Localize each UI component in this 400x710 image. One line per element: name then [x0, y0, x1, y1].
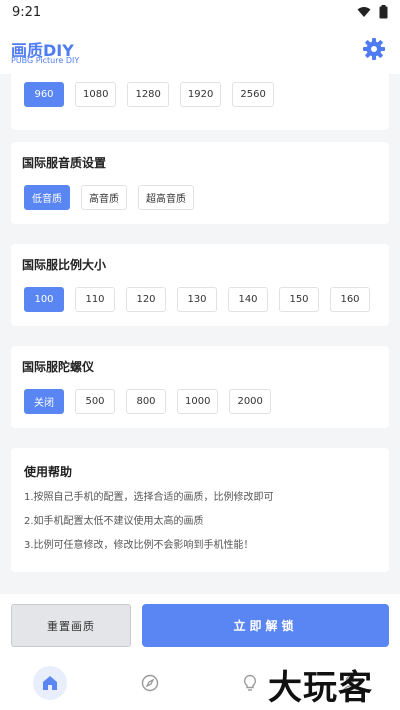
- scale-option[interactable]: 130: [177, 287, 217, 312]
- help-title: 使用帮助: [24, 465, 73, 479]
- reset-quality-button[interactable]: 重置画质: [11, 604, 131, 647]
- scale-title: 国际服比例大小: [22, 258, 107, 272]
- gear-icon[interactable]: [362, 37, 386, 61]
- help-card: 使用帮助 1.按照自己手机的配置，选择合适的画质，比例修改即可 2.如手机配置太…: [11, 448, 389, 572]
- scale-option[interactable]: 150: [279, 287, 319, 312]
- unlock-now-button[interactable]: 立即解锁: [142, 604, 389, 647]
- status-time: 9:21: [12, 4, 42, 20]
- battery-icon: [379, 5, 388, 19]
- audio-option[interactable]: 高音质: [81, 185, 127, 210]
- home-icon: [43, 676, 57, 690]
- gyro-option[interactable]: 500: [75, 389, 115, 414]
- gyro-option[interactable]: 800: [126, 389, 166, 414]
- scale-option[interactable]: 100: [24, 287, 64, 312]
- resolution-options: 960 1080 1280 1920 2560: [24, 82, 274, 107]
- compass-icon: [141, 674, 159, 692]
- gyro-title: 国际服陀螺仪: [22, 360, 95, 374]
- help-line-1: 1.按照自己手机的配置，选择合适的画质，比例修改即可: [24, 492, 274, 503]
- help-line-2: 2.如手机配置太低不建议使用太高的画质: [24, 516, 204, 527]
- scale-option[interactable]: 110: [75, 287, 115, 312]
- nav-tips[interactable]: [233, 666, 267, 700]
- help-line-3: 3.比例可任意修改，修改比例不会影响到手机性能！: [24, 540, 254, 551]
- gyro-card: 国际服陀螺仪 关闭 500 800 1000 2000: [11, 346, 389, 428]
- gyro-option[interactable]: 关闭: [24, 389, 64, 414]
- scale-card: 国际服比例大小 100 110 120 130 140 150 160: [11, 244, 389, 326]
- wifi-icon: [357, 7, 371, 17]
- action-bar: 重置画质 立即解锁: [0, 594, 400, 652]
- scale-option[interactable]: 160: [330, 287, 370, 312]
- watermark-logo: 大玩客: [268, 668, 373, 708]
- gyro-option[interactable]: 2000: [229, 389, 271, 414]
- resolution-option[interactable]: 1280: [127, 82, 169, 107]
- nav-home[interactable]: [33, 666, 67, 700]
- audio-title: 国际服音质设置: [22, 156, 107, 170]
- audio-option[interactable]: 低音质: [24, 185, 70, 210]
- scale-options: 100 110 120 130 140 150 160: [24, 287, 370, 312]
- resolution-option[interactable]: 1920: [179, 82, 222, 107]
- scale-option[interactable]: 120: [126, 287, 166, 312]
- status-icons: [357, 5, 388, 19]
- resolution-option[interactable]: 2560: [232, 82, 274, 107]
- resolution-option[interactable]: 1080: [75, 82, 117, 107]
- resolution-card: 960 1080 1280 1920 2560: [11, 74, 389, 130]
- gyro-options: 关闭 500 800 1000 2000: [24, 389, 271, 414]
- lightbulb-icon: [243, 674, 257, 691]
- gyro-option[interactable]: 1000: [177, 389, 219, 414]
- audio-option[interactable]: 超高音质: [138, 185, 194, 210]
- settings-scroll[interactable]: 960 1080 1280 1920 2560 国际服音质设置 低音质 高音质 超高音质 国…: [0, 74, 400, 594]
- status-bar: 9:21: [0, 0, 400, 24]
- resolution-option[interactable]: 960: [24, 82, 64, 107]
- nav-discover[interactable]: [133, 666, 167, 700]
- scale-option[interactable]: 140: [228, 287, 268, 312]
- audio-card: 国际服音质设置 低音质 高音质 超高音质: [11, 142, 389, 224]
- audio-options: 低音质 高音质 超高音质: [24, 185, 194, 210]
- app-header: 画质DIY PUBG Picture DIY: [0, 24, 400, 74]
- app-subtitle: PUBG Picture DIY: [11, 56, 80, 65]
